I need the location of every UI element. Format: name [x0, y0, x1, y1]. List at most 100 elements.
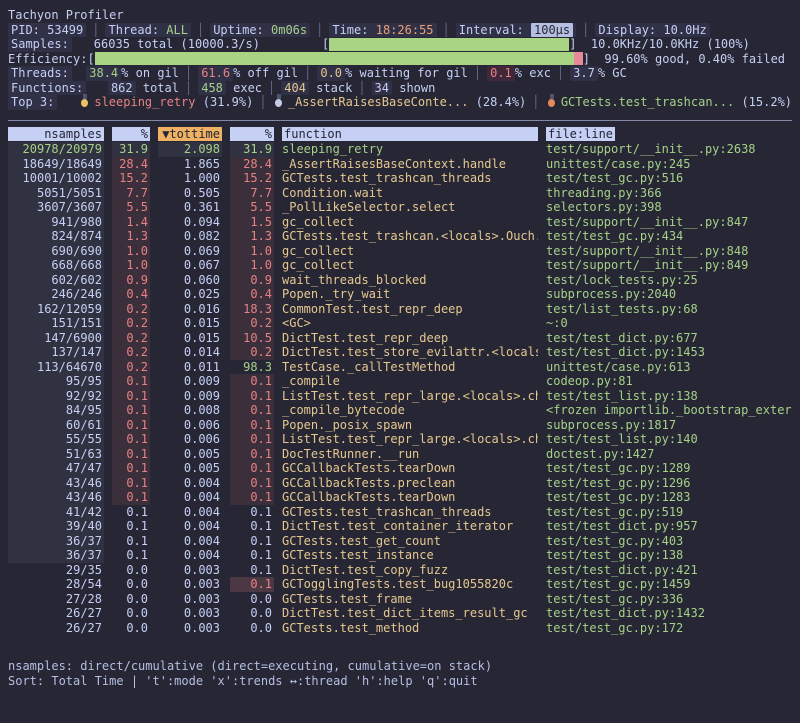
cell-direct-percent: 1.0: [112, 244, 150, 259]
efficiency-summary: 99.60% good, 0.40% failed: [590, 52, 785, 67]
info-value: 0m06s: [271, 23, 307, 37]
cell-file-line: test/test_gc.py:336: [546, 592, 792, 607]
cell-cumulative-percent: 0.1: [230, 432, 274, 447]
samples-total: 66035 total (10000.3/s): [94, 37, 260, 52]
cell-nsamples: 28/54: [8, 577, 104, 592]
info-segment: Thread: ALL: [105, 23, 190, 38]
column-header-direct-pct[interactable]: %: [112, 127, 150, 142]
cell-file-line: test/support/__init__.py:849: [546, 258, 792, 273]
info-label: Thread:: [108, 23, 166, 37]
cell-cumulative-percent: 0.1: [230, 490, 274, 505]
table-row: 941/9801.40.0941.5gc_collecttest/support…: [8, 215, 792, 230]
info-value: 53499: [47, 23, 83, 37]
footer: nsamples: direct/cumulative (direct=exec…: [8, 659, 792, 689]
cell-tottime: 2.098: [158, 142, 222, 157]
cell-direct-percent: 0.1: [112, 418, 150, 433]
cell-cumulative-percent: 0.0: [230, 606, 274, 621]
cell-tottime: 0.003: [158, 592, 222, 607]
cell-file-line: test/test_gc.py:1283: [546, 490, 792, 505]
cell-cumulative-percent: 1.5: [230, 215, 274, 230]
table-row: 27/280.00.0030.0GCTests.test_frametest/t…: [8, 592, 792, 607]
threads-segment-value: 61.6: [198, 66, 233, 81]
threads-line: Threads: 38.4% on gil│61.6% off gil│0.0%…: [8, 66, 792, 81]
cell-nsamples: 3607/3607: [8, 200, 104, 215]
cell-file-line: subprocess.py:2040: [546, 287, 792, 302]
cell-nsamples: 5051/5051: [8, 186, 104, 201]
cell-function-name: GCTests.test_trashcan.<locals>.Ouch....: [282, 229, 538, 244]
column-header-file-line[interactable]: file:line: [546, 127, 615, 142]
cell-direct-percent: 0.1: [112, 389, 150, 404]
cell-direct-percent: 0.1: [112, 476, 150, 491]
cell-nsamples: 51/63: [8, 447, 104, 462]
top3-function-name: sleeping_retry: [94, 95, 195, 110]
cell-cumulative-percent: 98.3: [230, 360, 274, 375]
cell-cumulative-percent: 0.1: [230, 505, 274, 520]
cell-tottime: 0.025: [158, 287, 222, 302]
separator: │: [576, 23, 595, 38]
cell-cumulative-percent: 1.3: [230, 229, 274, 244]
cell-function-name: gc_collect: [282, 244, 538, 259]
cell-direct-percent: 0.1: [112, 548, 150, 563]
functions-segment-unit: total: [136, 81, 179, 96]
cell-tottime: 0.003: [158, 563, 222, 578]
column-header-tottime-sorted[interactable]: ▼tottime: [158, 127, 222, 142]
table-row: 92/920.10.0090.1ListTest.test_repr_large…: [8, 389, 792, 404]
cell-function-name: GCCallbackTests.tearDown: [282, 490, 538, 505]
table-row: 602/6020.90.0600.9wait_threads_blockedte…: [8, 273, 792, 288]
cell-direct-percent: 0.1: [112, 447, 150, 462]
column-header-function[interactable]: function: [282, 127, 538, 142]
cell-cumulative-percent: 0.1: [230, 563, 274, 578]
table-row: 84/950.10.0080.1_compile_bytecode<frozen…: [8, 403, 792, 418]
cell-nsamples: 92/92: [8, 389, 104, 404]
cell-cumulative-percent: 0.1: [230, 374, 274, 389]
cell-tottime: 0.094: [158, 215, 222, 230]
separator: │: [352, 81, 371, 96]
cell-file-line: test/list_tests.py:68: [546, 302, 792, 317]
info-segment: Interval: 100μs: [456, 23, 576, 38]
cell-function-name: GCTests.test_frame: [282, 592, 538, 607]
info-segment: PID: 53499: [8, 23, 86, 38]
cell-direct-percent: 0.0: [112, 606, 150, 621]
cell-function-name: Popen._try_wait: [282, 287, 538, 302]
table-row: 41/420.10.0040.1GCTests.test_trashcan_th…: [8, 505, 792, 520]
cell-tottime: 1.000: [158, 171, 222, 186]
status-info-line: PID: 53499│Thread: ALL│Uptime: 0m06s│Tim…: [8, 23, 792, 38]
cell-cumulative-percent: 1.0: [230, 258, 274, 273]
table-row: 246/2460.40.0250.4Popen._try_waitsubproc…: [8, 287, 792, 302]
cell-direct-percent: 0.2: [112, 331, 150, 346]
cell-file-line: test/lock_tests.py:25: [546, 273, 792, 288]
separator: │: [253, 95, 272, 110]
table-row: 5051/50517.70.5057.7Condition.waitthread…: [8, 186, 792, 201]
cell-tottime: 0.006: [158, 432, 222, 447]
cell-direct-percent: 28.4: [112, 157, 150, 172]
efficiency-bar-open: [: [87, 52, 94, 67]
cell-function-name: TestCase._callTestMethod: [282, 360, 538, 375]
cell-nsamples: 84/95: [8, 403, 104, 418]
cell-direct-percent: 15.2: [112, 171, 150, 186]
separator: │: [179, 66, 198, 81]
cell-direct-percent: 0.1: [112, 374, 150, 389]
cell-tottime: 0.016: [158, 302, 222, 317]
cell-tottime: 0.006: [158, 418, 222, 433]
efficiency-good-fill: [95, 52, 574, 65]
column-header-cumulative-pct[interactable]: %: [230, 127, 274, 142]
cell-tottime: 0.060: [158, 273, 222, 288]
info-value: ALL: [166, 23, 188, 37]
column-header-nsamples[interactable]: nsamples: [8, 127, 104, 142]
cell-file-line: test/support/__init__.py:847: [546, 215, 792, 230]
cell-function-name: ListTest.test_repr_large.<locals>.check: [282, 389, 538, 404]
cell-function-name: GCTests.test_instance: [282, 548, 538, 563]
cell-file-line: test/test_gc.py:516: [546, 171, 792, 186]
cell-tottime: 0.009: [158, 374, 222, 389]
samples-line: Samples:66035 total (10000.3/s)[] 10.0KH…: [8, 37, 792, 52]
cell-tottime: 0.005: [158, 447, 222, 462]
cell-nsamples: 43/46: [8, 490, 104, 505]
cell-tottime: 0.011: [158, 360, 222, 375]
efficiency-line: Efficiency:[] 99.60% good, 0.40% failed: [8, 52, 792, 67]
cell-nsamples: 137/147: [8, 345, 104, 360]
cell-function-name: gc_collect: [282, 215, 538, 230]
cell-direct-percent: 0.1: [112, 461, 150, 476]
samples-label: Samples:: [8, 37, 72, 52]
table-row: 39/400.10.0040.1DictTest.test_container_…: [8, 519, 792, 534]
cell-cumulative-percent: 0.1: [230, 418, 274, 433]
